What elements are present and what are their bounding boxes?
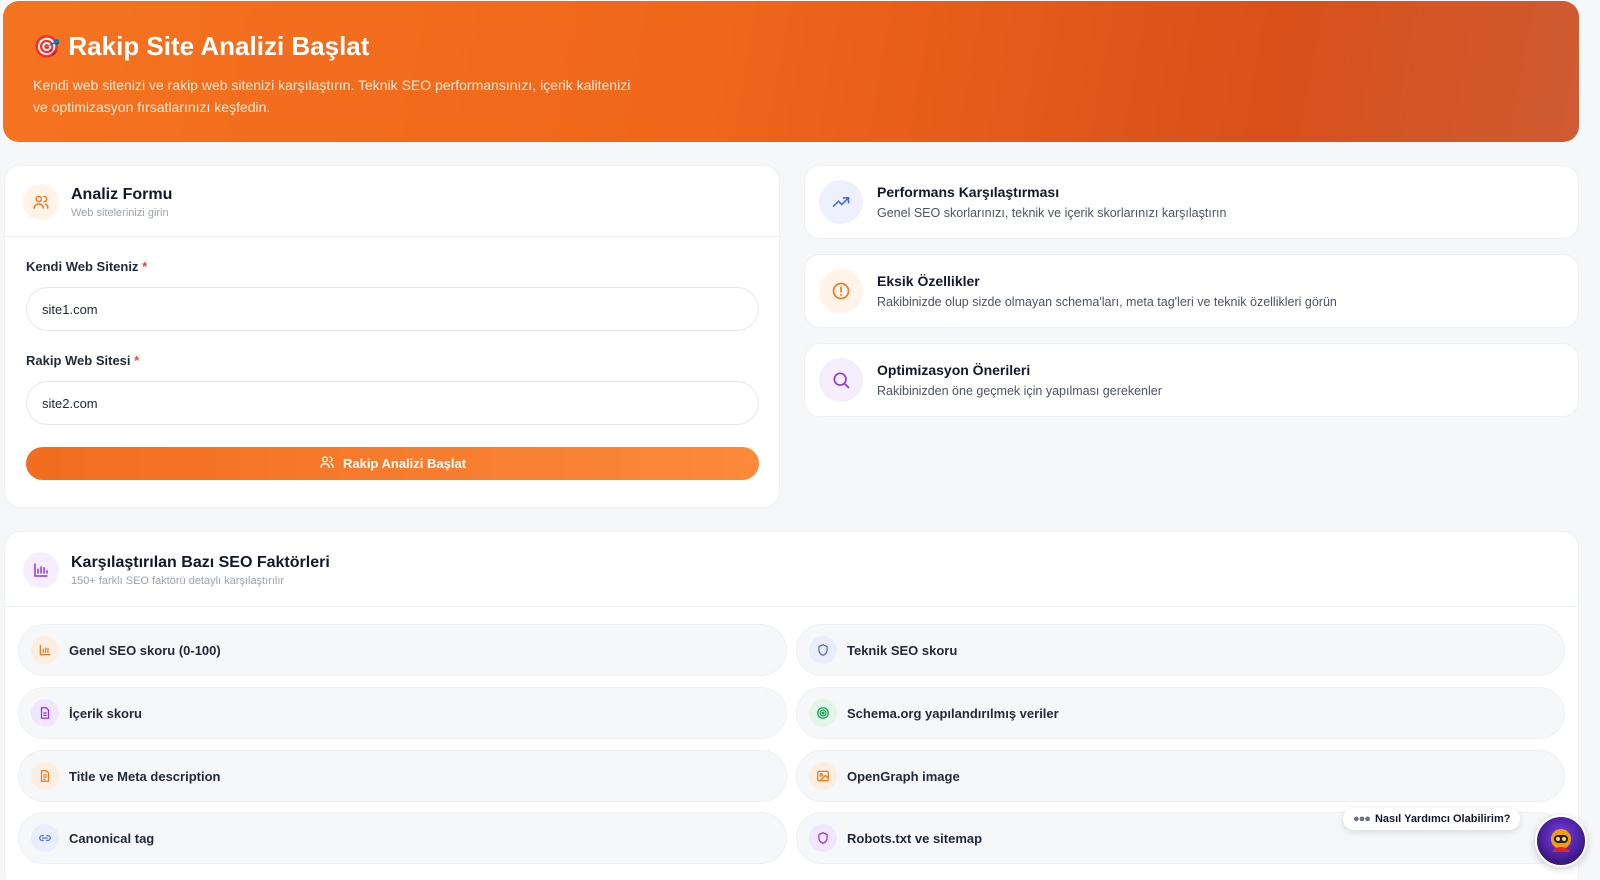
- chat-prompt-bubble[interactable]: ●●● Nasıl Yardımcı Olabilirim?: [1343, 808, 1521, 830]
- factor-label: Genel SEO skoru (0-100): [69, 642, 221, 658]
- feature-card-missing: Eksik Özellikler Rakibinizde olup sizde …: [804, 254, 1579, 328]
- image-icon: [809, 762, 837, 790]
- factor-label: Teknik SEO skoru: [847, 642, 958, 658]
- factor-label: Schema.org yapılandırılmış veriler: [847, 705, 1059, 721]
- factor-label: İçerik skoru: [69, 705, 142, 721]
- rival-site-label-text: Rakip Web Sitesi: [26, 353, 131, 368]
- hero-description: Kendi web sitenizi ve rakip web sitenizi…: [33, 77, 631, 115]
- rival-site-input[interactable]: [26, 381, 759, 425]
- factor-label: Title ve Meta description: [69, 768, 221, 784]
- hero-title: Rakip Site Analizi Başlat: [68, 31, 370, 61]
- factor-label: OpenGraph image: [847, 768, 960, 784]
- start-analysis-button[interactable]: Rakip Analizi Başlat: [26, 447, 759, 480]
- target-icon: 🎯: [33, 33, 61, 59]
- factor-item: İçerik skoru: [18, 687, 787, 739]
- target-icon: [809, 699, 837, 727]
- factor-item: Title ve Meta description: [18, 750, 787, 802]
- rival-site-label: Rakip Web Sitesi *: [26, 353, 759, 368]
- form-body: Kendi Web Siteniz * Rakip Web Sitesi * R…: [5, 237, 779, 480]
- file-text-icon: [31, 762, 59, 790]
- feature-desc: Rakibinizden öne geçmek için yapılması g…: [877, 384, 1162, 398]
- factor-item: Genel SEO skoru (0-100): [18, 624, 787, 676]
- factor-item: Teknik SEO skoru: [796, 624, 1565, 676]
- feature-title: Eksik Özellikler: [877, 273, 980, 289]
- shield-icon: [809, 636, 837, 664]
- own-site-input[interactable]: [26, 287, 759, 331]
- own-site-label: Kendi Web Siteniz *: [26, 259, 759, 274]
- document-icon: [31, 699, 59, 727]
- trending-up-icon: [819, 180, 863, 224]
- feature-card-performance: Performans Karşılaştırması Genel SEO sko…: [804, 165, 1579, 239]
- factor-item: Schema.org yapılandırılmış veriler: [796, 687, 1565, 739]
- typing-dots-icon: ●●●: [1353, 813, 1371, 825]
- hero-banner: 🎯 Rakip Site Analizi Başlat Kendi web si…: [3, 1, 1579, 142]
- feature-card-optimization: Optimizasyon Önerileri Rakibinizden öne …: [804, 343, 1579, 417]
- chat-prompt-text: Nasıl Yardımcı Olabilirim?: [1374, 813, 1511, 825]
- factor-label: Canonical tag: [69, 830, 155, 846]
- start-analysis-label: Rakip Analizi Başlat: [342, 456, 467, 471]
- feature-desc: Genel SEO skorlarınızı, teknik ve içerik…: [877, 206, 1227, 220]
- form-card-header: Analiz Formu Web sitelerinizi girin: [5, 166, 779, 237]
- factors-title: Karşılaştırılan Bazı SEO Faktörleri: [71, 553, 330, 571]
- shield-icon: [809, 824, 837, 852]
- analysis-form-card: Analiz Formu Web sitelerinizi girin Kend…: [4, 165, 780, 508]
- search-icon: [819, 358, 863, 402]
- feature-title: Optimizasyon Önerileri: [877, 362, 1031, 378]
- feature-desc: Rakibinizde olup sizde olmayan schema'la…: [877, 295, 1337, 309]
- feature-title: Performans Karşılaştırması: [877, 184, 1060, 200]
- bar-chart-icon: [23, 552, 59, 588]
- hero-title-row: 🎯 Rakip Site Analizi Başlat: [33, 31, 1549, 62]
- chat-assistant-avatar[interactable]: [1535, 815, 1587, 867]
- users-icon: [319, 454, 335, 473]
- own-site-label-text: Kendi Web Siteniz: [26, 259, 139, 274]
- form-title: Analiz Formu: [71, 185, 173, 203]
- factor-label: Robots.txt ve sitemap: [847, 830, 983, 846]
- factor-item: Canonical tag: [18, 812, 787, 864]
- factor-item: OpenGraph image: [796, 750, 1565, 802]
- form-subtitle: Web sitelerinizi girin: [71, 206, 169, 219]
- required-mark: *: [134, 353, 140, 368]
- bar-chart-icon: [31, 636, 59, 664]
- factors-card-header: Karşılaştırılan Bazı SEO Faktörleri 150+…: [5, 532, 1578, 607]
- required-mark: *: [142, 259, 148, 274]
- alert-circle-icon: [819, 269, 863, 313]
- users-icon: [23, 184, 59, 220]
- factors-subtitle: 150+ farklı SEO faktörü detaylı karşılaş…: [71, 574, 285, 587]
- link-icon: [31, 824, 59, 852]
- robot-icon: [1551, 829, 1571, 852]
